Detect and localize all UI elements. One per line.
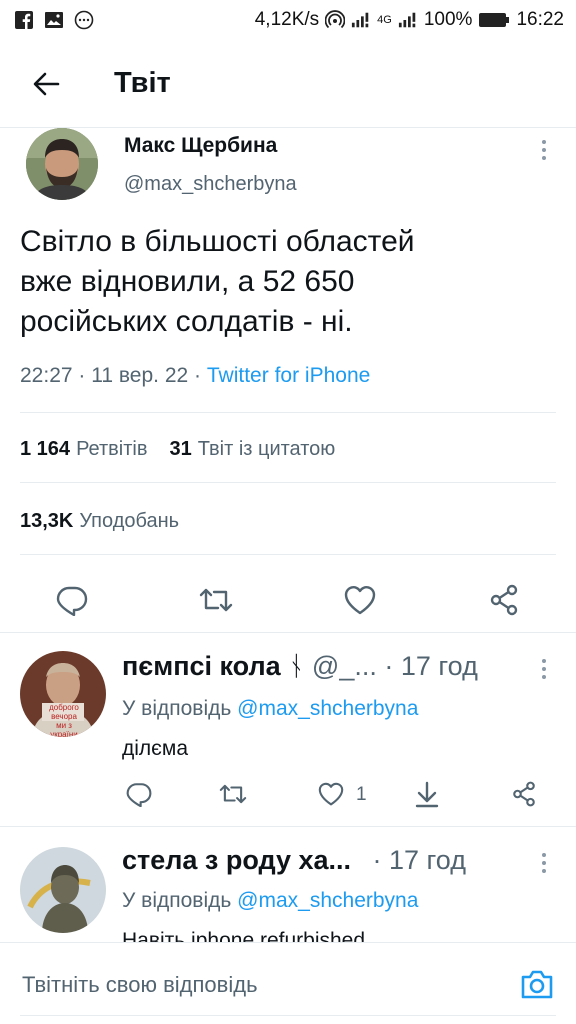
likes-label: Уподобань [79,510,180,532]
reply-to-line: У відповідь @max_shcherbyna [122,889,418,913]
tweet-time: 22:27 [20,364,73,387]
reply-to-prefix: У відповідь [122,889,232,912]
reply-text: Навіть iphone refurbished [122,929,366,942]
likes-stats[interactable]: 13,3K Уподобань [20,510,179,533]
reply-avatar[interactable]: доброго вечора ми з україни [20,651,106,737]
reply-to-mention[interactable]: @max_shcherbyna [237,889,418,912]
tweet-date: 11 вер. 22 [91,364,189,387]
clock: 16:22 [516,9,564,30]
page-title: Твіт [114,67,171,99]
image-icon [44,10,64,30]
reply-to-prefix: У відповідь [122,697,232,720]
hotspot-icon [325,10,346,30]
arrow-down-icon [415,781,439,808]
reply-more-button[interactable] [532,655,556,683]
share-icon [513,781,535,807]
reply-author-handle[interactable]: @_... [312,651,377,681]
likes-count: 13,3K [20,510,74,532]
reply-time: · 17 год [372,845,466,875]
retweets-stat[interactable]: 1 164 Ретвітів [20,438,147,461]
reply-button[interactable] [52,580,92,620]
kebab-menu-icon [542,853,546,873]
reply-author-symbol: ᚾ [288,651,305,681]
more-options-button[interactable] [532,136,556,164]
divider [20,482,556,483]
signal-icon [351,10,371,30]
reply-avatar[interactable] [20,847,106,933]
reply-to-mention[interactable]: @max_shcherbyna [237,697,418,720]
facebook-icon [14,10,34,30]
battery-percent: 100% [423,9,473,30]
reply-header: пємпсі кола ᚾ @_... · 17 год [122,651,478,682]
quotes-label: Твіт із цитатою [197,438,336,460]
reply-time: · 17 год [384,651,478,681]
heart-icon [318,782,344,806]
back-button[interactable] [16,54,76,114]
signal-4g-icon [398,10,418,30]
divider [0,632,576,633]
author-name[interactable]: Макс Щербина [124,134,277,158]
reply-icon [56,586,88,616]
retweets-label: Ретвітів [76,438,148,460]
battery-icon [478,10,510,30]
author-handle[interactable]: @max_shcherbyna [124,173,297,196]
reply-compose-input[interactable]: Твітніть свою відповідь [22,972,258,998]
tweet-text-line: Світло в більшості областей [20,225,415,258]
camera-icon [521,970,553,999]
divider [20,554,556,555]
tweet-source-link[interactable]: Twitter for iPhone [207,364,370,387]
quotes-count: 31 [169,438,192,460]
kebab-menu-icon [542,140,546,160]
reply-share-button[interactable] [507,777,541,811]
author-avatar[interactable] [26,128,98,200]
reply-like-button[interactable] [314,777,348,811]
tweet-text-line: російських солдатів - ні. [20,305,353,338]
retweets-count: 1 164 [20,438,71,460]
avatar-caption-line: ми з україни [50,721,78,737]
heart-icon [344,586,376,615]
reply-header: стела з роду ха... · 17 год [122,845,466,876]
compose-underline [20,1015,556,1016]
network-speed: 4,12K/s [254,9,320,30]
reply-reply-button[interactable] [122,777,156,811]
avatar-caption: доброго вечора ми з україни [42,703,86,737]
more-notifications-icon [74,10,94,30]
divider [20,412,556,413]
arrow-left-icon [33,72,60,95]
reply-download-button[interactable] [410,777,444,811]
tweet-text-line: вже відновили, а 52 650 [20,265,355,298]
meta-separator: · [78,364,86,387]
meta-separator: · [194,364,202,387]
retweet-icon [219,784,247,804]
network-type: 4G [377,14,392,26]
reply-text: ділєма [122,737,189,760]
reply-to-line: У відповідь @max_shcherbyna [122,697,418,721]
retweet-stats: 1 164 Ретвітів 31 Твіт із цитатою [20,438,335,461]
share-icon [490,584,518,616]
like-button[interactable] [340,580,380,620]
quotes-stat[interactable]: 31 Твіт із цитатою [169,438,335,461]
share-button[interactable] [484,580,524,620]
tweet-meta: 22:27 · 11 вер. 22 · Twitter for iPhone [20,364,370,388]
retweet-icon [199,588,233,612]
status-bar-left [14,10,94,30]
reply-like-count: 1 [356,784,367,805]
camera-button[interactable] [518,965,556,1003]
reply-author-name[interactable]: стела з роду ха... [122,845,351,875]
compose-bar: Твітніть свою відповідь [0,942,576,1024]
tweet-action-bar [0,572,576,628]
app-header: Твіт [0,40,576,128]
reply-author-name[interactable]: пємпсі кола [122,651,281,681]
tweet-text: Світло в більшості областей вже відновил… [20,222,540,342]
status-bar: 4,12K/s 4G 100% 16:22 [0,0,576,40]
kebab-menu-icon [542,659,546,679]
reply-retweet-button[interactable] [216,777,250,811]
status-bar-right: 4,12K/s 4G 100% 16:22 [255,9,564,31]
avatar-caption-line: доброго вечора [49,703,79,721]
reply-more-button[interactable] [532,849,556,877]
reply-tweet[interactable]: стела з роду ха... · 17 год У відповідь … [0,827,576,942]
reply-icon [126,783,152,807]
retweet-button[interactable] [196,580,236,620]
